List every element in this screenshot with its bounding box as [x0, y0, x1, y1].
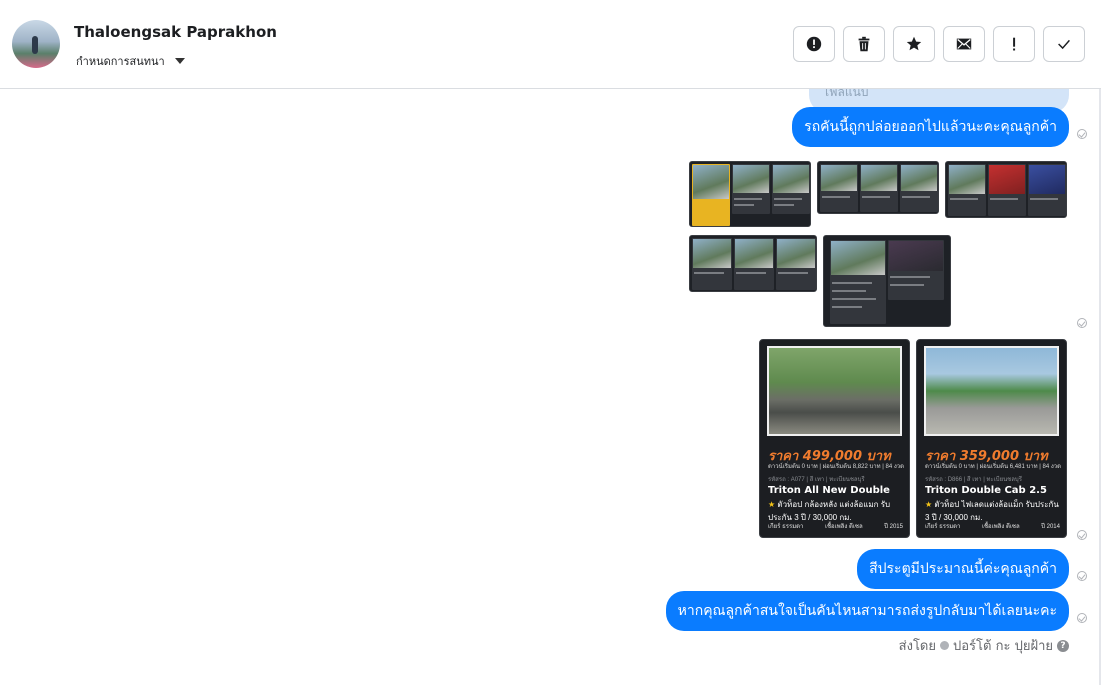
sent-check-icon	[1077, 530, 1087, 540]
car-code: รหัสรถ : A077 | สี เทา | ทะเบียนชลบุรี	[768, 477, 865, 483]
header-actions	[793, 26, 1085, 62]
car-description-text: ตัวท็อป ไฟเลดแต่งล้อแม็ก รับประกัน 3 ปี …	[925, 500, 1059, 522]
delete-button[interactable]	[843, 26, 885, 62]
star-button[interactable]	[893, 26, 935, 62]
report-icon	[806, 36, 822, 52]
mark-done-button[interactable]	[1043, 26, 1085, 62]
mail-icon	[956, 38, 972, 50]
assign-conversation-dropdown[interactable]: กำหนดการสนทนา	[76, 52, 185, 70]
message-bubble[interactable]: หากคุณลูกค้าสนใจเป็นคันไหนสามารถส่งรูปกล…	[665, 591, 1069, 631]
sent-by-name[interactable]: ปอร์โต้ กะ ปุยฝ้าย	[953, 635, 1053, 656]
previous-message-text: ไฟล์แนบ	[823, 89, 869, 99]
sent-check-icon	[1077, 613, 1087, 623]
car-down-payment: ดาวน์เริ่มต้น 0 บาท | ผ่อนเริ่มต้น 6,481…	[925, 464, 1062, 470]
car-listing-image[interactable]	[823, 235, 951, 327]
sent-by-info: ส่งโดย ปอร์โต้ กะ ปุยฝ้าย ?	[899, 635, 1069, 656]
car-specs: เกียร์ ธรรมดา เชื้อเพลิง ดีเซล ปี 2015	[768, 521, 903, 531]
car-listing-image[interactable]	[817, 161, 939, 214]
mark-unread-button[interactable]	[943, 26, 985, 62]
car-description-text: ตัวท็อป กล้องหลัง แต่งล้อแมก รับประกัน 3…	[768, 500, 891, 522]
sent-check-icon	[1077, 129, 1087, 139]
message-bubble[interactable]: สีประตูมีประมาณนี้ค่ะคุณลูกค้า	[857, 549, 1069, 589]
car-photo	[767, 346, 902, 436]
sent-by-label: ส่งโดย	[898, 639, 936, 654]
star-icon	[906, 36, 922, 51]
car-spec-year: ปี 2015	[884, 524, 903, 530]
message-bubble[interactable]: รถคันนี้ถูกปล่อยออกไปแล้วนะคะคุณลูกค้า	[792, 107, 1069, 147]
sent-check-icon	[1077, 318, 1087, 328]
car-listing-image[interactable]	[689, 235, 817, 292]
car-photo	[924, 346, 1059, 436]
car-spec-fuel: เชื้อเพลิง ดีเซล	[981, 524, 1020, 530]
car-listing-card[interactable]: ราคา 359,000 บาท ดาวน์เริ่มต้น 0 บาท | ผ…	[916, 339, 1067, 538]
car-code: รหัสรถ : D866 | สี เทา | ทะเบียนชลบุรี	[925, 477, 1022, 483]
assign-label: กำหนดการสนทนา	[76, 55, 165, 68]
sent-check-icon	[1077, 571, 1087, 581]
car-spec-year: ปี 2014	[1041, 524, 1060, 530]
car-model: Triton All New Double	[768, 485, 890, 496]
important-icon	[1013, 37, 1016, 51]
car-listing-card[interactable]: ราคา 499,000 บาท ดาวน์เริ่มต้น 0 บาท | ผ…	[759, 339, 910, 538]
done-icon	[1058, 39, 1070, 50]
car-listing-image[interactable]	[945, 161, 1067, 218]
car-spec-gear: เกียร์ ธรรมดา	[768, 524, 804, 530]
caret-down-icon	[174, 58, 185, 64]
car-spec-fuel: เชื้อเพลิง ดีเซล	[824, 524, 863, 530]
car-down-payment: ดาวน์เริ่มต้น 0 บาท | ผ่อนเริ่มต้น 8,822…	[768, 464, 905, 470]
avatar[interactable]	[12, 20, 60, 68]
important-button[interactable]	[993, 26, 1035, 62]
trash-icon	[858, 36, 870, 52]
contact-name[interactable]: Thaloengsak Paprakhon	[74, 23, 277, 41]
verified-icon	[940, 641, 949, 650]
help-icon[interactable]: ?	[1057, 639, 1069, 652]
report-button[interactable]	[793, 26, 835, 62]
car-listing-image[interactable]	[689, 161, 811, 227]
car-spec-gear: เกียร์ ธรรมดา	[925, 524, 961, 530]
car-specs: เกียร์ ธรรมดา เชื้อเพลิง ดีเซล ปี 2014	[925, 521, 1060, 531]
star-icon: ★	[925, 500, 933, 509]
car-model: Triton Double Cab 2.5	[925, 485, 1047, 496]
message-thread[interactable]: ไฟล์แนบ รถคันนี้ถูกปล่อยออกไปแล้วนะคะคุณ…	[0, 89, 1101, 685]
star-icon: ★	[768, 500, 776, 509]
conversation-header: Thaloengsak Paprakhon กำหนดการสนทนา	[0, 0, 1101, 89]
